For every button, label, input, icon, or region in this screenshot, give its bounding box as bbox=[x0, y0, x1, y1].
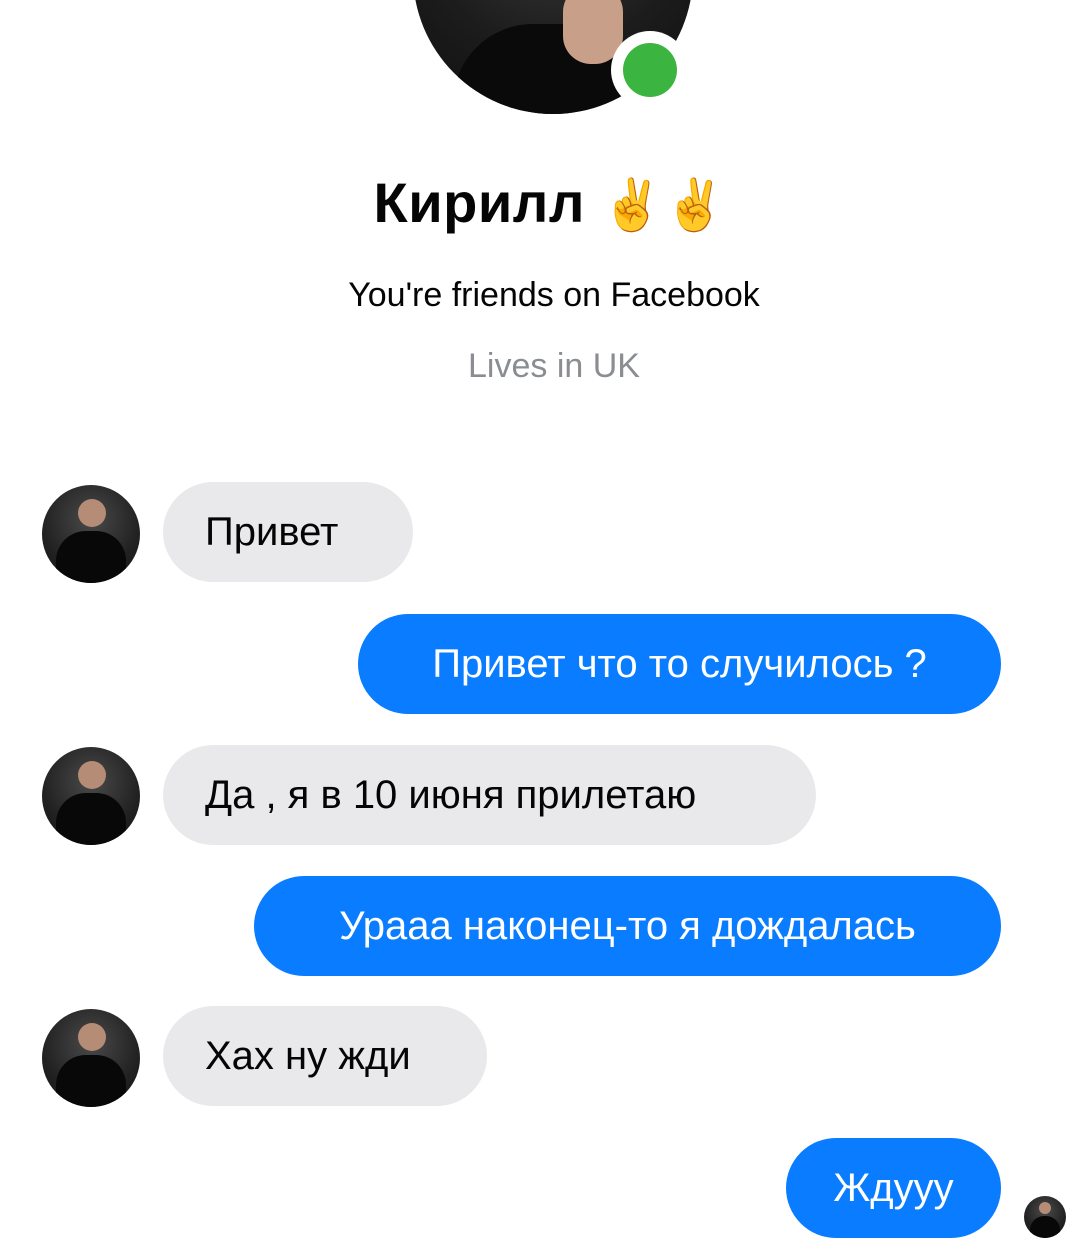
message-text: Привет что то случилось ? bbox=[432, 641, 927, 686]
outgoing-message-bubble[interactable]: Привет что то случилось ? bbox=[358, 614, 1001, 714]
message-text: Ждууу bbox=[833, 1165, 954, 1210]
online-status-icon bbox=[611, 31, 689, 109]
incoming-message-bubble[interactable]: Привет bbox=[163, 482, 413, 582]
sender-avatar[interactable] bbox=[42, 1009, 140, 1107]
incoming-message-bubble[interactable]: Да , я в 10 июня прилетаю bbox=[163, 745, 816, 845]
message-text: Урааа наконец-то я дождалась bbox=[339, 903, 916, 948]
friends-status-text: You're friends on Facebook bbox=[348, 276, 760, 314]
sender-avatar[interactable] bbox=[42, 485, 140, 583]
sender-avatar[interactable] bbox=[42, 747, 140, 845]
outgoing-message-bubble[interactable]: Ждууу bbox=[786, 1138, 1001, 1238]
message-text: Хах ну жди bbox=[205, 1033, 411, 1078]
seen-receipt-avatar bbox=[1024, 1196, 1066, 1238]
victory-hand-emoji: ✌️✌️ bbox=[600, 177, 727, 233]
outgoing-message-bubble[interactable]: Урааа наконец-то я дождалась bbox=[254, 876, 1001, 976]
contact-name[interactable]: Кирилл ✌️✌️ bbox=[0, 170, 1080, 235]
message-text: Привет bbox=[205, 509, 339, 554]
contact-name-text: Кирилл bbox=[373, 171, 585, 234]
incoming-message-bubble[interactable]: Хах ну жди bbox=[163, 1006, 487, 1106]
location-text: Lives in UK bbox=[468, 347, 640, 385]
message-text: Да , я в 10 июня прилетаю bbox=[205, 772, 697, 817]
